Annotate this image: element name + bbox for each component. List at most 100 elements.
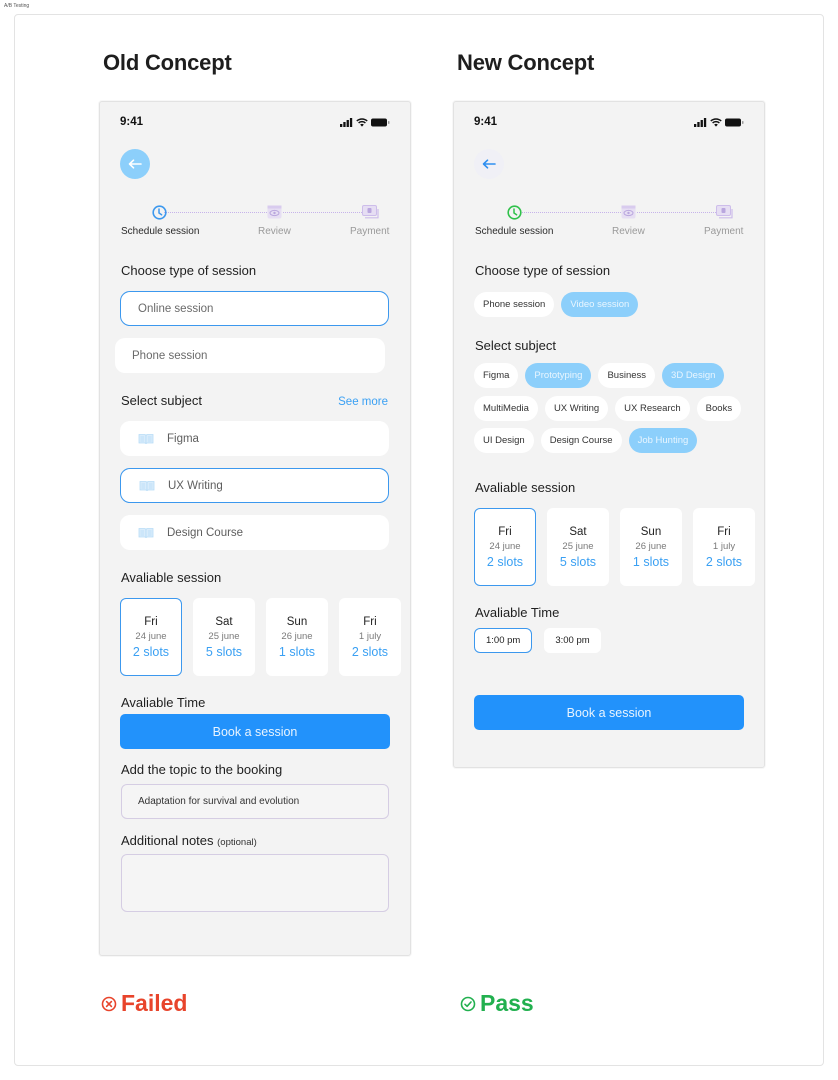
step-label-review: Review	[258, 226, 291, 237]
date-date: 24 june	[135, 630, 167, 642]
subject-chip[interactable]: Prototyping	[525, 363, 592, 388]
subject-chip[interactable]: MultiMedia	[474, 396, 538, 421]
canvas-label: A/B Testing	[4, 3, 30, 9]
subject-chip[interactable]: Design Course	[540, 428, 622, 453]
cash-icon	[716, 205, 733, 219]
notes-optional-label: (optional)	[217, 837, 257, 848]
x-circle-icon	[101, 996, 117, 1011]
arrow-left-icon	[482, 159, 496, 169]
date-day: Fri	[717, 525, 731, 538]
status-bar: 9:41	[474, 115, 744, 129]
clock-icon	[152, 205, 167, 220]
date-slots: 2 slots	[486, 554, 524, 569]
date-card[interactable]: Sun 26 june 1 slots	[266, 598, 328, 676]
date-list: Fri 24 june 2 slots Sat 25 june 5 slots …	[120, 598, 401, 676]
date-day: Sat	[215, 615, 233, 628]
subject-label: UX Writing	[168, 479, 223, 492]
date-slots: 2 slots	[705, 554, 743, 569]
date-day: Fri	[144, 615, 158, 628]
old-concept-result: Failed	[101, 990, 187, 1017]
date-slots: 1 slots	[278, 644, 316, 659]
subject-chip[interactable]: Business	[598, 363, 656, 388]
arrow-left-icon	[128, 159, 142, 169]
status-time: 9:41	[120, 116, 144, 128]
date-slots: 2 slots	[132, 644, 170, 659]
step-connector	[283, 212, 362, 213]
back-button[interactable]	[120, 149, 150, 179]
available-session-title: Avaliable session	[121, 570, 222, 585]
subject-option-figma[interactable]: Figma	[120, 421, 389, 456]
date-day: Sun	[286, 615, 308, 628]
check-circle-icon	[460, 996, 476, 1011]
step-connector	[164, 212, 267, 213]
session-option-phone[interactable]: Phone session	[115, 338, 385, 373]
step-connector	[637, 212, 716, 213]
subject-chip-row: Figma Prototyping Business 3D Design	[474, 363, 725, 388]
step-label-payment: Payment	[350, 226, 390, 237]
topic-input[interactable]: Adaptation for survival and evolution	[121, 784, 389, 819]
subject-label: Design Course	[167, 526, 244, 539]
back-button[interactable]	[474, 149, 504, 179]
session-chip-video[interactable]: Video session	[561, 292, 639, 317]
subject-chip[interactable]: Job Hunting	[628, 428, 698, 453]
see-more-link[interactable]: See more	[338, 396, 388, 408]
date-slots: 5 slots	[205, 644, 243, 659]
subject-chip-row: UI Design Design Course Job Hunting	[474, 428, 698, 453]
time-chip[interactable]: 1:00 pm	[474, 628, 533, 653]
step-label-schedule: Schedule session	[475, 226, 554, 237]
subject-chip[interactable]: UX Writing	[544, 396, 609, 421]
cash-icon	[362, 205, 379, 219]
new-concept-result: Pass	[460, 990, 534, 1017]
subject-chip[interactable]: Books	[696, 396, 742, 421]
book-icon	[138, 527, 154, 538]
eye-icon	[267, 205, 282, 219]
new-concept-title: New Concept	[457, 50, 595, 75]
date-date: 26 june	[635, 540, 667, 552]
date-slots: 2 slots	[351, 644, 389, 659]
session-type-title: Choose type of session	[121, 263, 257, 278]
date-card[interactable]: Sun 26 june 1 slots	[620, 508, 682, 586]
wifi-icon	[710, 117, 722, 127]
result-label: Failed	[121, 990, 188, 1016]
date-card[interactable]: Sat 25 june 5 slots	[193, 598, 255, 676]
wifi-icon	[356, 117, 368, 127]
step-connector	[522, 212, 621, 213]
subject-chip[interactable]: Figma	[474, 363, 519, 388]
subject-option-ux-writing[interactable]: UX Writing	[120, 468, 389, 503]
subject-chip[interactable]: 3D Design	[662, 363, 725, 388]
book-icon	[139, 480, 155, 491]
date-date: 24 june	[489, 540, 521, 552]
date-list: Fri 24 june 2 slots Sat 25 june 5 slots …	[474, 508, 755, 586]
date-day: Fri	[363, 615, 377, 628]
date-date: 26 june	[281, 630, 313, 642]
subject-chip[interactable]: UI Design	[474, 428, 534, 453]
book-session-button[interactable]: Book a session	[120, 714, 390, 749]
session-chip-phone[interactable]: Phone session	[474, 292, 555, 317]
date-day: Sun	[640, 525, 662, 538]
progress-stepper: Schedule session Review Payment	[100, 203, 410, 243]
eye-icon	[621, 205, 636, 219]
date-slots: 5 slots	[559, 554, 597, 569]
session-type-chips: Phone session Video session	[474, 292, 639, 317]
book-icon	[138, 433, 154, 444]
date-card[interactable]: Fri 1 july 2 slots	[339, 598, 401, 676]
date-day: Fri	[498, 525, 512, 538]
session-option-online[interactable]: Online session	[120, 291, 389, 326]
status-bar: 9:41	[120, 115, 390, 129]
date-card[interactable]: Fri 24 june 2 slots	[120, 598, 182, 676]
time-chip[interactable]: 3:00 pm	[544, 628, 601, 653]
date-card[interactable]: Fri 1 july 2 slots	[693, 508, 755, 586]
available-time-title: Avaliable Time	[475, 605, 560, 620]
old-concept-title: Old Concept	[103, 50, 232, 75]
date-card[interactable]: Fri 24 june 2 slots	[474, 508, 536, 586]
session-type-title: Choose type of session	[475, 263, 611, 278]
subject-chip[interactable]: UX Research	[615, 396, 690, 421]
date-slots: 1 slots	[632, 554, 670, 569]
book-session-button[interactable]: Book a session	[474, 695, 744, 730]
subject-option-design-course[interactable]: Design Course	[120, 515, 389, 550]
available-session-title: Avaliable session	[475, 480, 576, 495]
date-date: 1 july	[712, 540, 736, 552]
notes-textarea[interactable]	[121, 854, 389, 912]
date-date: 1 july	[358, 630, 382, 642]
date-card[interactable]: Sat 25 june 5 slots	[547, 508, 609, 586]
